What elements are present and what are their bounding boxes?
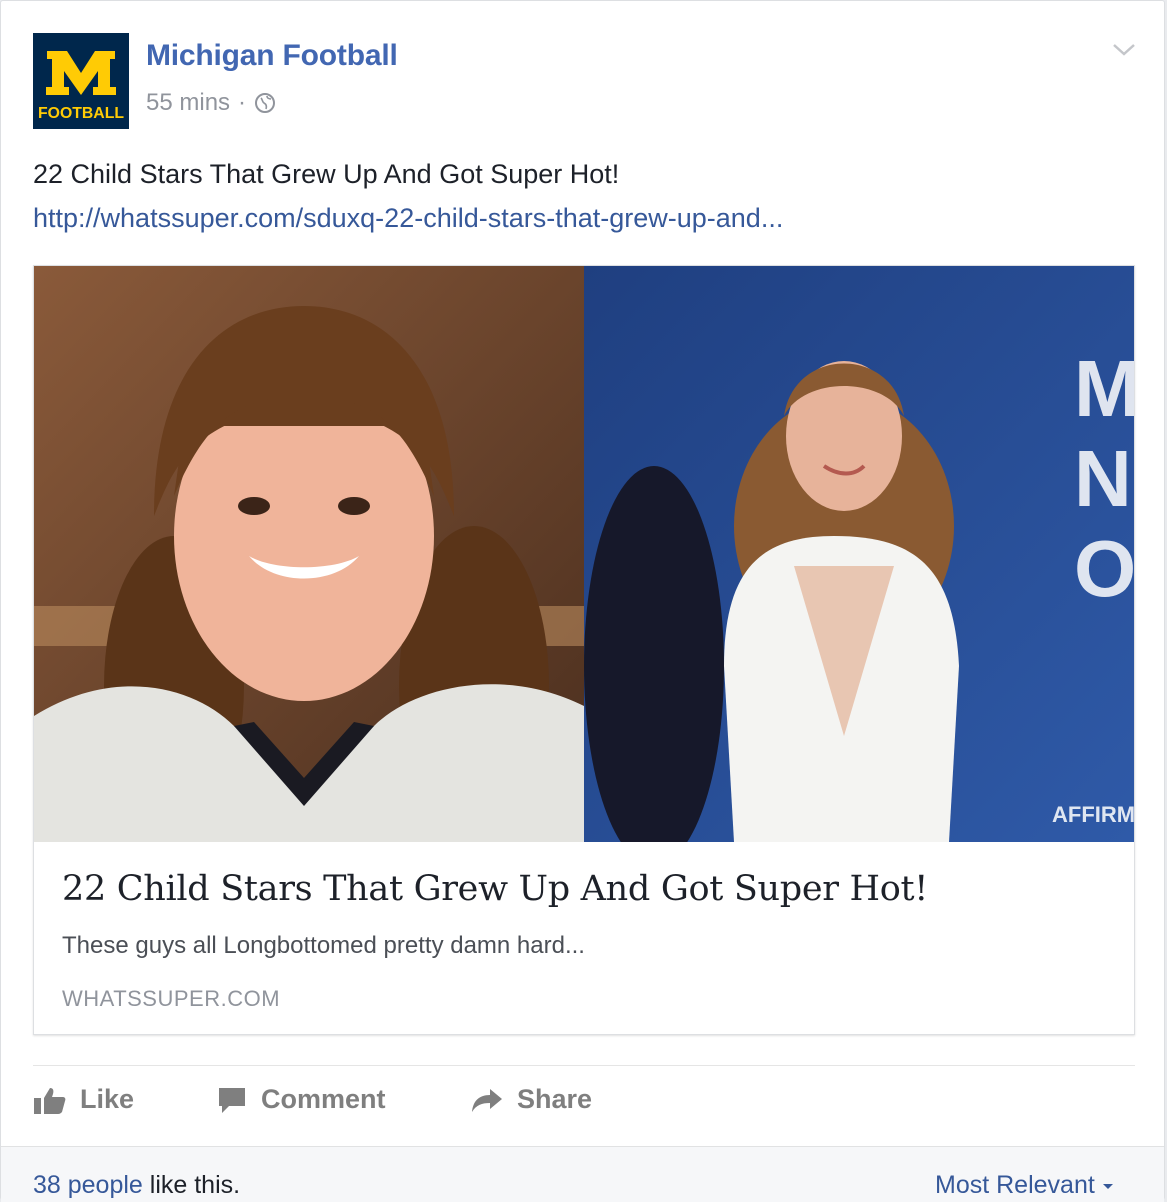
likes-count-link[interactable]: 38 people <box>33 1171 143 1199</box>
chevron-down-icon[interactable] <box>1111 41 1137 59</box>
comment-button[interactable]: Comment <box>217 1084 386 1115</box>
page-name-link[interactable]: Michigan Football <box>146 39 398 73</box>
link-preview-image[interactable]: M N O AFFIRM <box>34 266 1134 842</box>
like-label: Like <box>80 1084 135 1114</box>
likes-summary-text: like this. <box>142 1171 241 1199</box>
card-domain: WHATSSUPER.COM <box>62 986 281 1011</box>
post-link[interactable]: http://whatssuper.com/sduxq-22-child-sta… <box>33 203 783 234</box>
card-description: These guys all Longbottomed pretty damn … <box>62 932 585 959</box>
child-photo <box>34 266 584 842</box>
globe-icon <box>255 93 276 113</box>
share-label: Share <box>517 1084 593 1114</box>
backdrop-text-large: M <box>1074 344 1134 433</box>
share-icon <box>472 1088 502 1112</box>
comment-label: Comment <box>261 1084 386 1114</box>
adult-photo: M N O AFFIRM <box>584 266 1134 842</box>
post-timestamp[interactable]: 55 mins <box>146 89 230 117</box>
share-button[interactable]: Share <box>471 1084 592 1115</box>
meta-separator: · <box>238 89 247 116</box>
caret-down-icon <box>1102 1183 1113 1189</box>
link-preview-card[interactable]: M N O AFFIRM 22 Child Stars That Grew Up… <box>33 265 1135 1035</box>
feed-post: FOOTBALL Michigan Football 55 mins · 22 … <box>0 0 1165 1202</box>
backdrop-text-small: AFFIRM <box>1052 802 1134 827</box>
logo-wordmark: FOOTBALL <box>38 105 124 122</box>
svg-text:N: N <box>1074 434 1132 523</box>
thumbs-up-icon <box>34 1087 66 1114</box>
card-title[interactable]: 22 Child Stars That Grew Up And Got Supe… <box>62 869 928 909</box>
like-button[interactable]: Like <box>34 1084 134 1115</box>
svg-text:O: O <box>1074 524 1134 613</box>
sort-label: Most Relevant <box>935 1171 1095 1199</box>
page-avatar[interactable]: FOOTBALL <box>33 33 129 129</box>
comment-icon <box>219 1087 245 1113</box>
likes-summary: 38 people like this. <box>33 1171 240 1200</box>
comment-sort-dropdown[interactable]: Most Relevant <box>935 1171 1115 1200</box>
post-meta: 55 mins · <box>146 89 276 117</box>
action-divider <box>33 1065 1135 1066</box>
post-message: 22 Child Stars That Grew Up And Got Supe… <box>33 159 620 189</box>
